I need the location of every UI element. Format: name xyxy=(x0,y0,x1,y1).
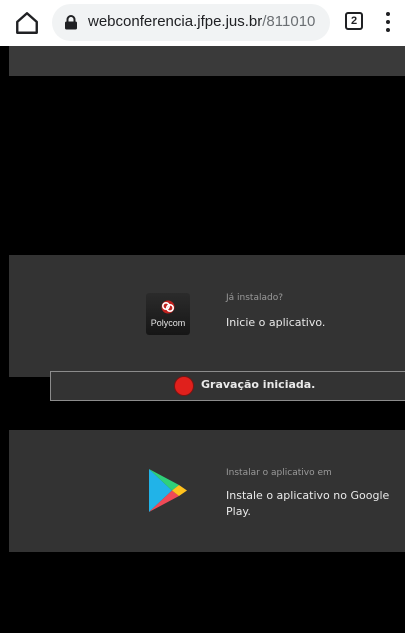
tab-switcher-icon[interactable]: 2 xyxy=(345,12,363,30)
more-menu-icon[interactable] xyxy=(382,12,394,34)
polycom-logo-text: Polycom xyxy=(150,318,186,328)
recording-banner: Gravação iniciada. xyxy=(50,371,405,401)
google-play-link[interactable]: Instale o aplicativo no Google Play. xyxy=(226,488,396,520)
address-bar[interactable]: webconferencia.jfpe.jus.br/811010 xyxy=(52,4,330,41)
browser-toolbar: webconferencia.jfpe.jus.br/811010 2 xyxy=(0,0,405,46)
mobile-screen: webconferencia.jfpe.jus.br/811010 2 Poly… xyxy=(0,0,405,633)
top-strip xyxy=(9,46,405,76)
polycom-logo-icon xyxy=(161,300,175,314)
install-app-panel[interactable]: Instalar o aplicativo em Instale o aplic… xyxy=(9,430,405,552)
url-text: webconferencia.jfpe.jus.br/811010 xyxy=(88,13,315,30)
lock-icon xyxy=(65,15,77,30)
install-on-label: Instalar o aplicativo em xyxy=(226,468,332,478)
recording-indicator-icon xyxy=(175,377,193,395)
page-content: Polycom Já instalado? Inicie o aplicativ… xyxy=(9,46,405,633)
open-app-link[interactable]: Inicie o aplicativo. xyxy=(226,315,396,331)
tab-count: 2 xyxy=(350,15,358,27)
open-app-panel[interactable]: Polycom Já instalado? Inicie o aplicativ… xyxy=(9,255,405,377)
google-play-icon[interactable] xyxy=(147,467,189,514)
polycom-app-icon[interactable]: Polycom xyxy=(146,293,190,335)
home-icon[interactable] xyxy=(14,10,40,36)
url-domain: webconferencia.jfpe.jus.br xyxy=(88,13,263,30)
url-path: /811010 xyxy=(262,13,316,30)
already-installed-label: Já instalado? xyxy=(226,293,283,303)
recording-message: Gravação iniciada. xyxy=(201,378,316,391)
